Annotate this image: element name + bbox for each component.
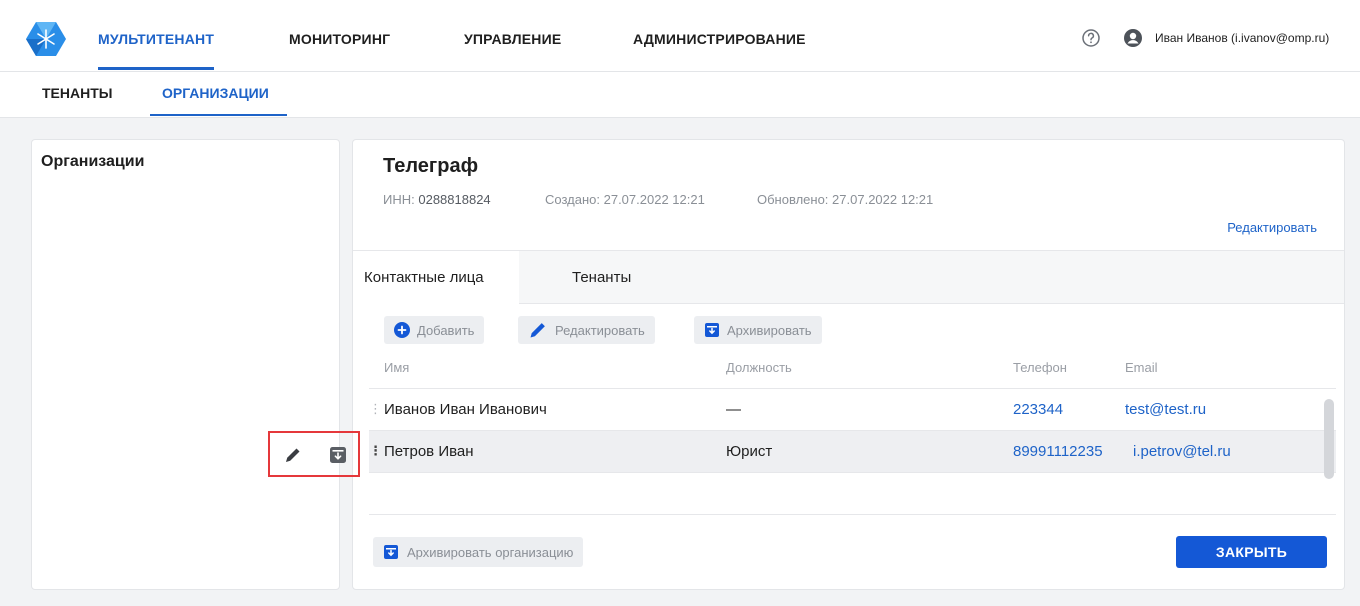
pencil-icon[interactable]: [283, 445, 303, 465]
nav-management[interactable]: УПРАВЛЕНИЕ: [464, 22, 561, 70]
plus-circle-icon: [394, 322, 410, 338]
updated-label: Обновлено:: [757, 192, 829, 207]
created-value: 27.07.2022 12:21: [603, 192, 705, 207]
close-button[interactable]: ЗАКРЫТЬ: [1176, 536, 1327, 568]
organization-name: Телеграф: [383, 155, 479, 177]
contact-email[interactable]: i.petrov@tel.ru: [1133, 443, 1231, 460]
edit-organization-link[interactable]: Редактировать: [1227, 220, 1317, 235]
nav-administration[interactable]: АДМИНИСТРИРОВАНИЕ: [633, 22, 806, 70]
created-label: Создано:: [545, 192, 600, 207]
edit-contact-label: Редактировать: [555, 322, 645, 338]
archive-icon: [384, 545, 398, 559]
inn-label: ИНН:: [383, 192, 415, 207]
details-tabs: Контактные лица Тенанты: [353, 250, 1344, 304]
archive-contact-button[interactable]: Архивировать: [694, 316, 822, 344]
add-contact-label: Добавить: [417, 322, 475, 338]
archive-icon: [705, 323, 719, 337]
top-bar: МУЛЬТИТЕНАНТ МОНИТОРИНГ УПРАВЛЕНИЕ АДМИН…: [0, 0, 1360, 72]
column-name: Имя: [384, 360, 410, 375]
organizations-list-panel: Организации: [31, 139, 340, 590]
contact-position: Юрист: [726, 443, 773, 460]
archive-icon[interactable]: [328, 445, 348, 465]
archive-organization-button[interactable]: Архивировать организацию: [373, 537, 584, 567]
row-actions-highlight: [268, 431, 360, 477]
subnav-tenants[interactable]: ТЕНАНТЫ: [42, 82, 112, 116]
tab-tenants[interactable]: Тенанты: [572, 251, 631, 304]
user-avatar-icon[interactable]: [1123, 28, 1143, 48]
add-contact-button[interactable]: Добавить: [384, 316, 485, 344]
tab-contacts[interactable]: Контактные лица: [353, 251, 519, 304]
sub-nav: ТЕНАНТЫ ОРГАНИЗАЦИИ: [0, 72, 1360, 118]
user-name[interactable]: Иван Иванов (i.ivanov@omp.ru): [1155, 31, 1329, 45]
contact-position: —: [726, 401, 741, 418]
footer-divider: [369, 514, 1336, 515]
column-position: Должность: [726, 360, 792, 375]
contact-name: Петров Иван: [384, 443, 474, 460]
edit-contact-button[interactable]: Редактировать: [518, 316, 655, 344]
updated-value: 27.07.2022 12:21: [832, 192, 934, 207]
organization-inn: ИНН: 0288818824: [383, 192, 491, 207]
contact-name: Иванов Иван Иванович: [384, 401, 547, 418]
table-row[interactable]: ⋮ Петров Иван Юрист 89991112235 i.petrov…: [369, 431, 1336, 473]
contact-phone[interactable]: 223344: [1013, 401, 1063, 418]
subnav-organizations[interactable]: ОРГАНИЗАЦИИ: [150, 82, 287, 116]
contact-email[interactable]: test@test.ru: [1125, 401, 1206, 418]
archive-contact-label: Архивировать: [727, 322, 812, 338]
inn-value: 0288818824: [418, 192, 491, 207]
column-phone: Телефон: [1013, 360, 1067, 375]
column-email: Email: [1125, 360, 1158, 375]
pencil-icon: [530, 323, 545, 338]
table-scrollbar[interactable]: [1324, 399, 1334, 479]
organization-details-panel: Телеграф ИНН: 0288818824 Создано: 27.07.…: [352, 139, 1345, 590]
drag-handle-icon[interactable]: ⋮: [369, 443, 382, 459]
help-icon[interactable]: [1081, 28, 1101, 48]
nav-multitenant[interactable]: МУЛЬТИТЕНАНТ: [98, 22, 215, 70]
organization-created: Создано: 27.07.2022 12:21: [545, 192, 705, 207]
drag-handle-icon[interactable]: ⋮: [369, 401, 382, 417]
nav-monitoring[interactable]: МОНИТОРИНГ: [289, 22, 390, 70]
logo-icon[interactable]: [26, 22, 66, 56]
organization-updated: Обновлено: 27.07.2022 12:21: [757, 192, 933, 207]
organizations-list-title: Организации: [41, 153, 145, 170]
contact-phone[interactable]: 89991112235: [1013, 443, 1103, 460]
archive-organization-label: Архивировать организацию: [407, 544, 574, 560]
table-row[interactable]: ⋮ Иванов Иван Иванович — 223344 test@tes…: [369, 389, 1336, 431]
